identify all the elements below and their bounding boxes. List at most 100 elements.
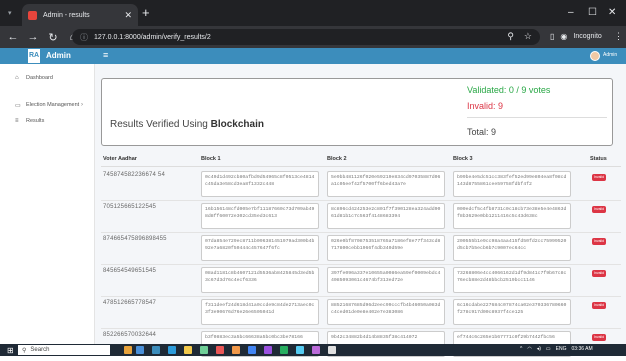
status-badge: Invalid — [592, 206, 606, 213]
block2-hash[interactable]: 8c896cd424253e2c801f7f390128ea324add9061… — [327, 203, 445, 229]
block3-hash[interactable]: 000edcf5c4fb8731c0c18cb73e38e5e4e4863df8… — [453, 203, 571, 229]
chevron-right-icon: › — [81, 102, 83, 108]
tray-chevron-icon[interactable]: ^ — [520, 346, 522, 352]
language-indicator[interactable]: ENG — [556, 346, 567, 352]
sidebar-item-election-management[interactable]: ▭ Election Management › — [0, 99, 95, 111]
tab-close-icon[interactable]: ✕ — [124, 10, 132, 21]
taskbar-app-icon[interactable] — [152, 346, 160, 354]
voter-aadhar: 705125665122545 — [103, 204, 157, 210]
voter-aadhar: 852266570032644 — [103, 332, 157, 338]
new-tab-button[interactable]: + — [142, 6, 150, 19]
volume-icon[interactable]: ◂) — [537, 346, 541, 352]
taskbar-search-label: Search — [30, 347, 50, 353]
summary-divider — [467, 117, 607, 118]
status-badge: Invalid — [592, 270, 606, 277]
battery-icon[interactable]: ▭ — [546, 346, 551, 352]
top-navbar: ≡ Admin — [95, 48, 626, 64]
hamburger-menu-icon[interactable]: ≡ — [103, 50, 108, 60]
address-bar[interactable]: ⓘ 127.0.0.1:8000/admin/verify_results/2 … — [72, 29, 540, 45]
block3-hash[interactable]: 73268806e4cc4066162d1df9d841c7f9b67c8c76… — [453, 267, 571, 293]
url-text[interactable]: 127.0.0.1:8000/admin/verify_results/2 — [94, 34, 211, 41]
block3-hash[interactable]: b99be4e5dc51cc383fef52ed99e804ea8f08cd14… — [453, 171, 571, 197]
table-row: 745874582236674 54 0c49d1d492cb80afbd9d5… — [95, 169, 626, 201]
taskbar-app-icon[interactable] — [168, 346, 176, 354]
table-row: 478512665778547 f311deef24d618d41a0ccde9… — [95, 297, 626, 329]
system-tray: ^ ◠ ◂) ▭ ENG 03:36 AM — [520, 346, 593, 352]
taskbar-search[interactable]: ⚲ Search — [18, 345, 110, 355]
header-divider — [101, 166, 621, 167]
main-content: Results Verified Using Blockchain Valida… — [95, 64, 626, 357]
block1-hash[interactable]: 16b156148cfd005e7bf11187660c73d709ab498d… — [201, 203, 319, 229]
block1-hash[interactable]: f311deef24d618d41a0ccde9c84de2713aec0c3f… — [201, 299, 319, 325]
tab-menu-icon[interactable]: ▾ — [8, 9, 12, 17]
maximize-icon[interactable]: ☐ — [588, 7, 597, 18]
sidebar-item-results[interactable]: ≡ Results — [0, 115, 95, 127]
calendar-icon: ▭ — [15, 102, 21, 109]
taskbar-app-icon[interactable] — [264, 346, 272, 354]
block1-hash[interactable]: 0c49d1d492cb80afbd9d54965c8f0513ce4814c4… — [201, 171, 319, 197]
sidepanel-icon[interactable]: ▯ — [550, 32, 554, 41]
list-icon: ≡ — [15, 118, 19, 124]
browser-menu-icon[interactable]: ⋮ — [614, 31, 623, 42]
voter-aadhar: 745874582236674 54 — [103, 172, 165, 178]
block3-hash[interactable]: 6c16cdabe227684c07874ca02e370336780660f2… — [453, 299, 571, 325]
voter-aadhar: 845654549651545 — [103, 268, 157, 274]
taskbar-app-icon[interactable] — [216, 346, 224, 354]
block2-hash[interactable]: 397fe096a337e10655a0086ea59ef0009ebdc440… — [327, 267, 445, 293]
sidebar: RA Admin ⌂ Dashboard ▭ Election Manageme… — [0, 48, 95, 344]
chrome-taskbar-icon[interactable] — [248, 346, 256, 354]
sidebar-item-dashboard[interactable]: ⌂ Dashboard — [0, 72, 95, 84]
block1-hash[interactable]: 08ad1181c8b4607121d5536ab8425845d3ed5b3c… — [201, 267, 319, 293]
block1-hash[interactable]: 07da854e729ec8711b096381451979ad300b4b92… — [201, 235, 319, 261]
taskbar-app-icon[interactable] — [124, 346, 132, 354]
status-badge: Invalid — [592, 334, 606, 341]
block3-hash[interactable]: 200555b1e9cc98a4aa415fd50fd2cc75999520d5… — [453, 235, 571, 261]
sidebar-item-label: Results — [26, 118, 45, 124]
brand-bar[interactable]: RA Admin — [0, 48, 95, 64]
column-header-aadhar: Voter Aadhar — [103, 156, 137, 162]
forward-icon[interactable]: → — [26, 31, 40, 43]
taskbar-app-icon[interactable] — [232, 346, 240, 354]
taskbar-app-icon[interactable] — [184, 346, 192, 354]
taskbar-app-icon[interactable] — [280, 346, 288, 354]
voter-aadhar: 874665475896898455 — [103, 236, 167, 242]
tab-title: Admin - results — [43, 11, 90, 19]
minimize-icon[interactable]: – — [568, 7, 574, 18]
site-info-icon[interactable]: ⓘ — [80, 32, 88, 43]
wifi-icon[interactable]: ◠ — [527, 346, 531, 352]
taskbar-app-icon[interactable] — [328, 346, 336, 354]
column-header-block3: Block 3 — [453, 156, 473, 162]
column-header-status: Status — [590, 156, 607, 162]
status-badge: Invalid — [592, 302, 606, 309]
browser-tab[interactable]: Admin - results ✕ — [22, 4, 138, 26]
table-row: 705125665122545 16b156148cfd005e7bf11187… — [95, 201, 626, 233]
zoom-icon[interactable]: ⚲ — [507, 31, 514, 42]
window-close-icon[interactable]: ✕ — [608, 7, 616, 18]
status-badge: Invalid — [592, 238, 606, 245]
incognito-icon: ◉ — [560, 32, 568, 41]
windows-start-icon[interactable]: ⊞ — [7, 346, 14, 355]
block2-hash[interactable]: 026e0bf8708753518765a7186ef8e77f343cd871… — [327, 235, 445, 261]
block2-hash[interactable]: 88521687685d96d2eec99cccfb4b46050a083dc4… — [327, 299, 445, 325]
back-icon[interactable]: ← — [6, 31, 20, 43]
brand-logo: RA — [28, 49, 40, 63]
invalid-count: Invalid: 9 — [467, 101, 504, 111]
block2-hash[interactable]: 5e9bb481126f020e59219e834cd97035887d06a1… — [327, 171, 445, 197]
taskbar-app-icon[interactable] — [296, 346, 304, 354]
reload-icon[interactable]: ↻ — [46, 31, 60, 44]
clock[interactable]: 03:36 AM — [572, 346, 593, 352]
avatar[interactable] — [590, 51, 600, 61]
search-icon: ⚲ — [22, 347, 27, 354]
brand-title: Admin — [46, 51, 71, 60]
dashboard-icon: ⌂ — [15, 75, 19, 81]
windows-taskbar: ⊞ ⚲ Search ^ ◠ ◂) ▭ ENG 03:36 AM — [0, 344, 626, 356]
incognito-label[interactable]: Incognito — [573, 33, 601, 40]
taskbar-app-icon[interactable] — [136, 346, 144, 354]
user-name[interactable]: Admin — [603, 52, 617, 58]
bookmark-star-icon[interactable]: ☆ — [524, 31, 532, 42]
taskbar-app-icon[interactable] — [312, 346, 320, 354]
sidebar-item-label: Election Management — [26, 102, 80, 108]
sidebar-item-label: Dashboard — [26, 75, 53, 81]
taskbar-app-icon[interactable] — [200, 346, 208, 354]
table-row: 845654549651545 08ad1181c8b4607121d5536a… — [95, 265, 626, 297]
